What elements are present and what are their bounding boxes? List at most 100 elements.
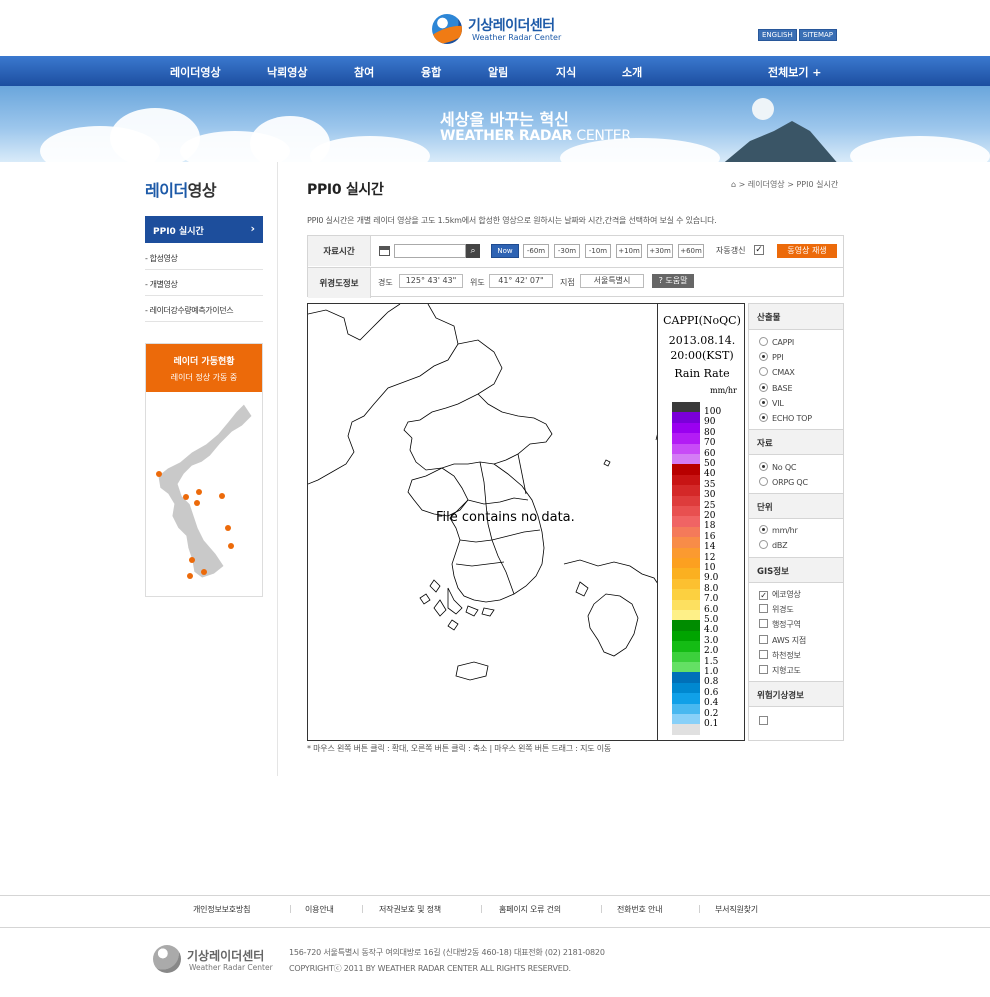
gnb-knowledge[interactable]: 지식 [556, 64, 576, 80]
radio-mmhr[interactable] [759, 525, 768, 534]
legend-swatch [672, 422, 700, 434]
unit-option-mmhr[interactable]: mm/hr [759, 525, 798, 535]
site-field: 서울특별시 [580, 274, 644, 288]
footer-link-guide[interactable]: 이용안내 [305, 904, 334, 915]
checkbox-admin[interactable] [759, 619, 768, 628]
checkbox-latlon[interactable] [759, 604, 768, 613]
radio-orpg-qc[interactable] [759, 477, 768, 486]
gnb-lightning-image[interactable]: 낙뢰영상 [267, 64, 307, 80]
product-option-echo-top[interactable]: ECHO TOP [759, 413, 812, 423]
minus-30m-button[interactable]: -30m [554, 244, 580, 258]
radio-vil[interactable] [759, 398, 768, 407]
legend-title: Rain Rate [674, 367, 730, 380]
radio-cappi[interactable] [759, 337, 768, 346]
legend-level-label: 40 [704, 469, 716, 480]
legend-level-label: 8.0 [704, 583, 719, 594]
control-panel: 자료시간 ⌕ Now -60m -30m -10m +10m +30m +60m… [307, 235, 844, 298]
legend-swatch [672, 672, 700, 683]
site-logo[interactable]: 기상레이더센터 Weather Radar Center [432, 14, 562, 46]
footer-link-phone[interactable]: 전화번호 안내 [617, 904, 663, 915]
sitemap-link[interactable]: SITEMAP [798, 29, 838, 41]
plus-60m-button[interactable]: +60m [678, 244, 704, 258]
product-option-base[interactable]: BASE [759, 383, 792, 393]
auto-refresh-checkbox[interactable]: ✓ [754, 245, 764, 255]
logo-emblem-icon [432, 14, 462, 44]
gis-option-admin[interactable]: 행정구역 [759, 619, 801, 630]
footer-link-privacy[interactable]: 개인정보보호방침 [193, 904, 250, 915]
latitude-field: 41° 42' 07" [489, 274, 553, 288]
sidebar-item-ppi0-realtime[interactable]: PPI0 실시간 › [145, 216, 263, 243]
gnb-participate[interactable]: 참여 [354, 64, 374, 80]
legend-date: 2013.08.14. [668, 334, 736, 347]
minus-60m-button[interactable]: -60m [523, 244, 549, 258]
data-option-no-qc[interactable]: No QC [759, 462, 797, 472]
legend-level-label: 80 [704, 427, 716, 438]
checkbox-river[interactable] [759, 650, 768, 659]
plus-10m-button[interactable]: +10m [616, 244, 642, 258]
footer-logo: 기상레이더센터 Weather Radar Center [153, 945, 283, 975]
gis-header: GIS정보 [749, 557, 843, 583]
legend-swatch [672, 526, 700, 538]
radio-cmax[interactable] [759, 367, 768, 376]
play-animation-button[interactable]: 동영상 재생 [777, 244, 837, 258]
calendar-icon[interactable] [379, 246, 390, 256]
legend-unit: mm/hr [710, 386, 737, 395]
date-input[interactable] [394, 244, 466, 258]
now-button[interactable]: Now [491, 244, 519, 258]
legend-level-label: 16 [704, 531, 716, 542]
sidebar-item-composite[interactable]: - 합성영상 [145, 244, 263, 270]
gnb-notice[interactable]: 알림 [488, 64, 508, 80]
radio-ppi[interactable] [759, 352, 768, 361]
help-button[interactable]: ? 도움말 [652, 274, 694, 288]
gnb-about[interactable]: 소개 [622, 64, 642, 80]
legend-swatch [672, 537, 700, 548]
legend-level-label: 70 [704, 438, 716, 449]
plus-30m-button[interactable]: +30m [647, 244, 673, 258]
gis-option-echo[interactable]: ✓ 에코영상 [759, 589, 801, 600]
gis-option-river[interactable]: 하천정보 [759, 650, 801, 661]
checkbox-terrain[interactable] [759, 665, 768, 674]
radar-status-box[interactable]: 레이더 가동현황 레이더 정상 가동 중 [145, 343, 263, 597]
radar-dome-icon [752, 98, 774, 120]
search-icon[interactable]: ⌕ [466, 244, 480, 258]
legend-swatch [672, 506, 700, 517]
legend-swatch [672, 714, 700, 725]
product-option-cappi[interactable]: CAPPI [759, 337, 794, 347]
data-option-orpg-qc[interactable]: ORPG QC [759, 477, 808, 487]
gnb-fusion[interactable]: 융합 [421, 64, 441, 80]
checkbox-warning[interactable] [759, 716, 768, 725]
radio-dbz[interactable] [759, 540, 768, 549]
checkbox-echo[interactable]: ✓ [759, 591, 768, 600]
legend-swatch [672, 641, 700, 652]
sidebar-item-precip-guidance[interactable]: - 레이더강수량예측가이던스 [145, 296, 263, 322]
time-label: 자료시간 [308, 236, 371, 266]
gnb-radar-image[interactable]: 레이더영상 [170, 64, 221, 80]
footer-link-copyright[interactable]: 저작권보호 및 정책 [379, 904, 441, 915]
all-menu-button[interactable]: 전체보기 + [768, 64, 822, 80]
radio-base[interactable] [759, 383, 768, 392]
global-nav: 레이더영상 낙뢰영상 참여 융합 알림 지식 소개 전체보기 + [0, 56, 990, 86]
gis-option-aws[interactable]: AWS 지점 [759, 635, 806, 646]
footer-link-staff[interactable]: 부서직원찾기 [715, 904, 758, 915]
radio-echo-top[interactable] [759, 413, 768, 422]
product-option-vil[interactable]: VIL [759, 398, 784, 408]
radar-map-panel[interactable]: File contains no data. CAPPI(NoQC) 2013.… [307, 303, 745, 741]
checkbox-aws[interactable] [759, 635, 768, 644]
footer-link-error-report[interactable]: 홈페이지 오류 건의 [499, 904, 561, 915]
sidebar-item-individual[interactable]: - 개별영상 [145, 270, 263, 296]
product-option-ppi[interactable]: PPI [759, 352, 784, 362]
english-link[interactable]: ENGLISH [758, 29, 797, 41]
radio-no-qc[interactable] [759, 462, 768, 471]
unit-option-dbz[interactable]: dBZ [759, 540, 788, 550]
logo-english-text: Weather Radar Center [472, 33, 562, 42]
legend-level-label: 4.0 [704, 625, 719, 636]
gis-option-terrain[interactable]: 지형고도 [759, 665, 801, 676]
warning-option[interactable] [759, 716, 772, 726]
legend-level-label: 35 [704, 479, 716, 490]
product-option-cmax[interactable]: CMAX [759, 367, 795, 377]
legend-level-label: 1.0 [704, 667, 719, 677]
gis-option-latlon[interactable]: 위경도 [759, 604, 794, 615]
column-divider [277, 162, 278, 776]
legend-swatch [672, 402, 700, 413]
minus-10m-button[interactable]: -10m [585, 244, 611, 258]
